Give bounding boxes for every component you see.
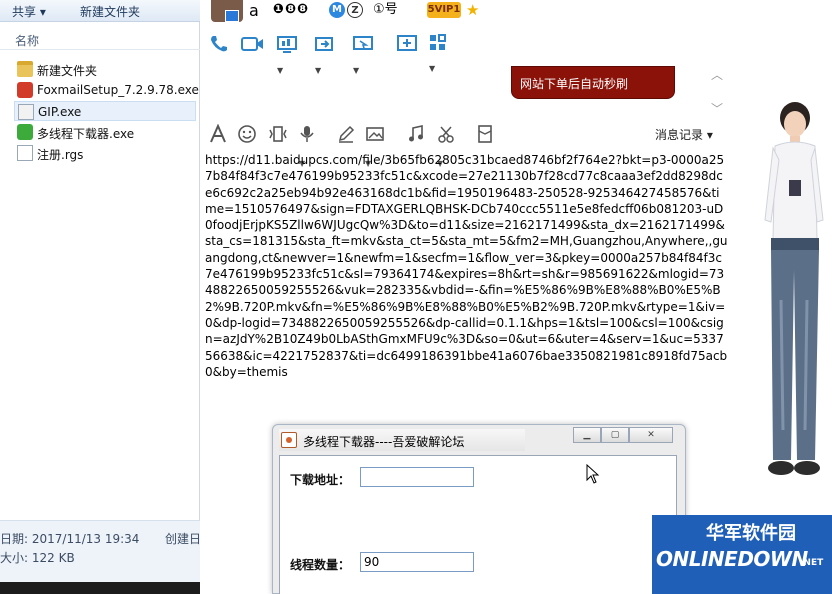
maximize-button[interactable]: ▢ — [601, 427, 629, 443]
explorer-toolbar: 共享 ▾ 新建文件夹 — [0, 0, 200, 22]
file-transfer-icon[interactable]: ▼ — [315, 34, 337, 75]
contact-name[interactable]: a — [249, 1, 259, 20]
url-input[interactable] — [360, 467, 474, 487]
minimize-button[interactable]: ▁ — [573, 427, 601, 443]
exe-icon — [18, 104, 34, 120]
file-item[interactable]: 注册.rgs — [14, 143, 196, 163]
file-name: 注册.rgs — [37, 148, 84, 162]
column-header-label: 名称 — [15, 34, 40, 48]
scissors-icon[interactable]: ▼ — [437, 124, 457, 168]
dialog-content: 下载地址： 线程数量： — [279, 455, 677, 594]
message-history-button[interactable]: 消息记录 ▾ — [655, 126, 713, 143]
file-name: GIP.exe — [38, 105, 82, 119]
screen-share-icon[interactable]: ▼ — [277, 34, 299, 75]
close-button[interactable]: ✕ — [629, 427, 673, 443]
dialog-title: 多线程下载器----吾爱破解论坛 — [303, 435, 465, 449]
message-input[interactable]: https://d11.baidupcs.com/file/3b65fb6280… — [205, 152, 729, 380]
detail-size: 大小: 122 KB — [0, 551, 75, 565]
z-badge: Z — [347, 2, 363, 18]
detail-date: 日期: 2017/11/13 19:34 — [0, 532, 140, 546]
number-badge: ①号 — [373, 2, 398, 17]
file-item-selected[interactable]: GIP.exe — [14, 101, 196, 121]
character-image — [764, 102, 824, 475]
taskbar-strip — [0, 582, 200, 594]
watermark-logo: 华军软件园 ONLINEDOWN .NET — [652, 515, 832, 594]
pen-icon[interactable] — [337, 124, 355, 146]
online-status-icon — [225, 10, 239, 22]
video-icon[interactable] — [241, 34, 265, 56]
promo-text: 网站下单后自动秒刷 — [520, 77, 629, 91]
emoji-icon[interactable] — [237, 124, 257, 146]
red-packet-icon[interactable] — [477, 124, 493, 146]
downloader-dialog: 多线程下载器----吾爱破解论坛 ▁ ▢ ✕ 下载地址： 线程数量： — [272, 424, 686, 594]
detail-created: 创建日 — [165, 532, 202, 546]
url-label: 下载地址： — [290, 473, 351, 487]
document-icon — [17, 145, 33, 161]
watermark-net: .NET — [800, 558, 824, 568]
file-item[interactable]: 多线程下载器.exe — [14, 122, 196, 142]
promo-banner[interactable]: 网站下单后自动秒刷 — [511, 66, 675, 99]
java-icon — [281, 432, 297, 448]
file-name: 新建文件夹 — [37, 64, 98, 78]
share-menu[interactable]: 共享 ▾ — [12, 3, 46, 20]
chevron-down-icon[interactable]: ﹀ — [711, 100, 723, 117]
add-app-icon[interactable] — [397, 34, 419, 56]
new-folder-button[interactable]: 新建文件夹 — [80, 3, 140, 20]
file-name: 多线程下载器.exe — [37, 127, 135, 141]
green-app-icon — [17, 124, 33, 140]
mouse-cursor-icon — [586, 464, 600, 484]
svip-badge[interactable]: 5VIP1 — [427, 2, 461, 18]
thread-count-input[interactable] — [360, 552, 474, 572]
image-icon[interactable]: ▼ — [365, 124, 385, 168]
phone-icon[interactable] — [209, 34, 229, 56]
music-icon[interactable] — [407, 124, 425, 146]
details-pane: 日期: 2017/11/13 19:34 创建日 大小: 122 KB — [0, 520, 202, 582]
file-item[interactable]: 新建文件夹 — [14, 59, 196, 79]
file-item[interactable]: FoxmailSetup_7.2.9.78.exe — [14, 80, 199, 100]
chevron-up-icon[interactable]: ︿ — [711, 66, 723, 83]
thread-count-label: 线程数量： — [290, 558, 351, 572]
apps-grid-icon[interactable]: ▼ — [429, 34, 447, 73]
remote-desktop-icon[interactable]: ▼ — [353, 34, 375, 75]
level-badge: ❶❽❽ — [273, 2, 310, 17]
star-icon[interactable]: ★ — [466, 2, 479, 18]
voice-icon[interactable]: ▼ — [299, 124, 315, 168]
foxmail-icon — [17, 82, 33, 98]
column-header-name[interactable]: 名称 — [0, 28, 200, 50]
watermark-en: ONLINEDOWN — [656, 547, 808, 571]
shake-icon[interactable] — [267, 124, 289, 146]
file-explorer: 共享 ▾ 新建文件夹 名称 新建文件夹 FoxmailSetup_7.2.9.7… — [0, 0, 202, 594]
dialog-titlebar[interactable]: 多线程下载器----吾爱破解论坛 — [279, 429, 525, 451]
watermark-cn: 华军软件园 — [706, 523, 796, 544]
folder-icon — [17, 61, 33, 77]
font-icon[interactable] — [209, 123, 227, 146]
mobile-badge: M — [329, 2, 345, 18]
file-name: FoxmailSetup_7.2.9.78.exe — [37, 83, 199, 97]
